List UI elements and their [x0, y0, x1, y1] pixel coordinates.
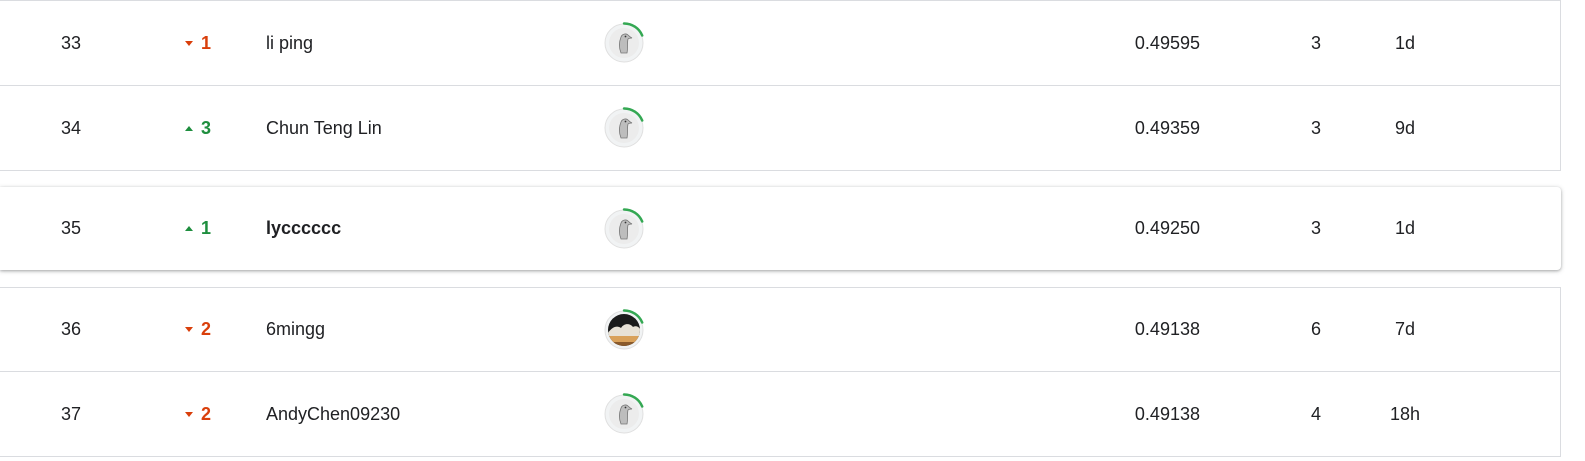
- rank-change: 1: [180, 1, 220, 85]
- score: 0.49138: [1134, 319, 1200, 339]
- last-submission: 1d: [1394, 218, 1416, 238]
- entries: 3: [1310, 218, 1321, 238]
- rank-change-value: 2: [201, 319, 212, 339]
- rank: 36: [60, 319, 82, 339]
- score: 0.49359: [1134, 117, 1200, 138]
- team-members[interactable]: [600, 86, 648, 170]
- entries: 6: [1310, 319, 1321, 339]
- rank-change-value: 1: [201, 218, 212, 238]
- leaderboard-row[interactable]: 36 2 6mingg 0.49138 6 7d: [0, 287, 1561, 372]
- caret-up-icon: [185, 226, 193, 231]
- goose-avatar-icon[interactable]: [603, 107, 645, 149]
- team-members[interactable]: [600, 372, 648, 456]
- team-members[interactable]: [600, 288, 648, 371]
- score: 0.49138: [1134, 403, 1200, 424]
- goose-avatar-icon[interactable]: [603, 207, 645, 250]
- score: 0.49595: [1134, 32, 1200, 53]
- goose-avatar-icon[interactable]: [603, 393, 645, 435]
- rank: 37: [60, 403, 82, 424]
- team-name[interactable]: lycccccc: [266, 187, 566, 270]
- rank-change-value: 3: [201, 117, 212, 138]
- team-name[interactable]: AndyChen09230: [266, 372, 566, 456]
- rank-change: 1: [180, 187, 220, 270]
- caret-up-icon: [185, 125, 193, 131]
- score: 0.49250: [1134, 218, 1200, 238]
- last-submission: 9d: [1394, 117, 1416, 138]
- goose-avatar-icon[interactable]: [603, 22, 645, 64]
- rank: 34: [60, 117, 82, 138]
- rank-change: 3: [180, 86, 220, 170]
- rank-change: 2: [180, 288, 220, 371]
- rank: 33: [60, 32, 82, 53]
- team-name[interactable]: li ping: [266, 1, 566, 85]
- entries: 4: [1310, 403, 1321, 424]
- team-members[interactable]: [600, 1, 648, 85]
- entries: 3: [1310, 32, 1321, 53]
- leaderboard-row[interactable]: 37 2 AndyChen09230 0.49138 4 18h: [0, 372, 1561, 457]
- entries: 3: [1310, 117, 1321, 138]
- rank-change-value: 2: [201, 403, 212, 424]
- rank-change-value: 1: [201, 32, 212, 53]
- team-members[interactable]: [600, 187, 648, 270]
- team-name[interactable]: Chun Teng Lin: [266, 86, 566, 170]
- rank-change: 2: [180, 372, 220, 456]
- caret-down-icon: [185, 327, 193, 332]
- team-name[interactable]: 6mingg: [266, 288, 566, 371]
- last-submission: 1d: [1394, 32, 1416, 53]
- leaderboard-row[interactable]: 34 3 Chun Teng Lin 0.49359 3 9d: [0, 86, 1561, 171]
- caret-down-icon: [185, 40, 193, 46]
- rank: 35: [60, 218, 82, 238]
- leaderboard-row[interactable]: 33 1 li ping 0.49595 3 1d: [0, 0, 1561, 86]
- last-submission: 18h: [1389, 403, 1421, 424]
- leaderboard: 33 1 li ping 0.49595 3 1d 34 3 Chun Teng…: [0, 0, 1585, 461]
- landscape-avatar-icon[interactable]: [603, 308, 645, 351]
- last-submission: 7d: [1394, 319, 1416, 339]
- leaderboard-row-current-user[interactable]: 35 1 lycccccc 0.49250 3 1d: [0, 187, 1561, 270]
- caret-down-icon: [185, 411, 193, 417]
